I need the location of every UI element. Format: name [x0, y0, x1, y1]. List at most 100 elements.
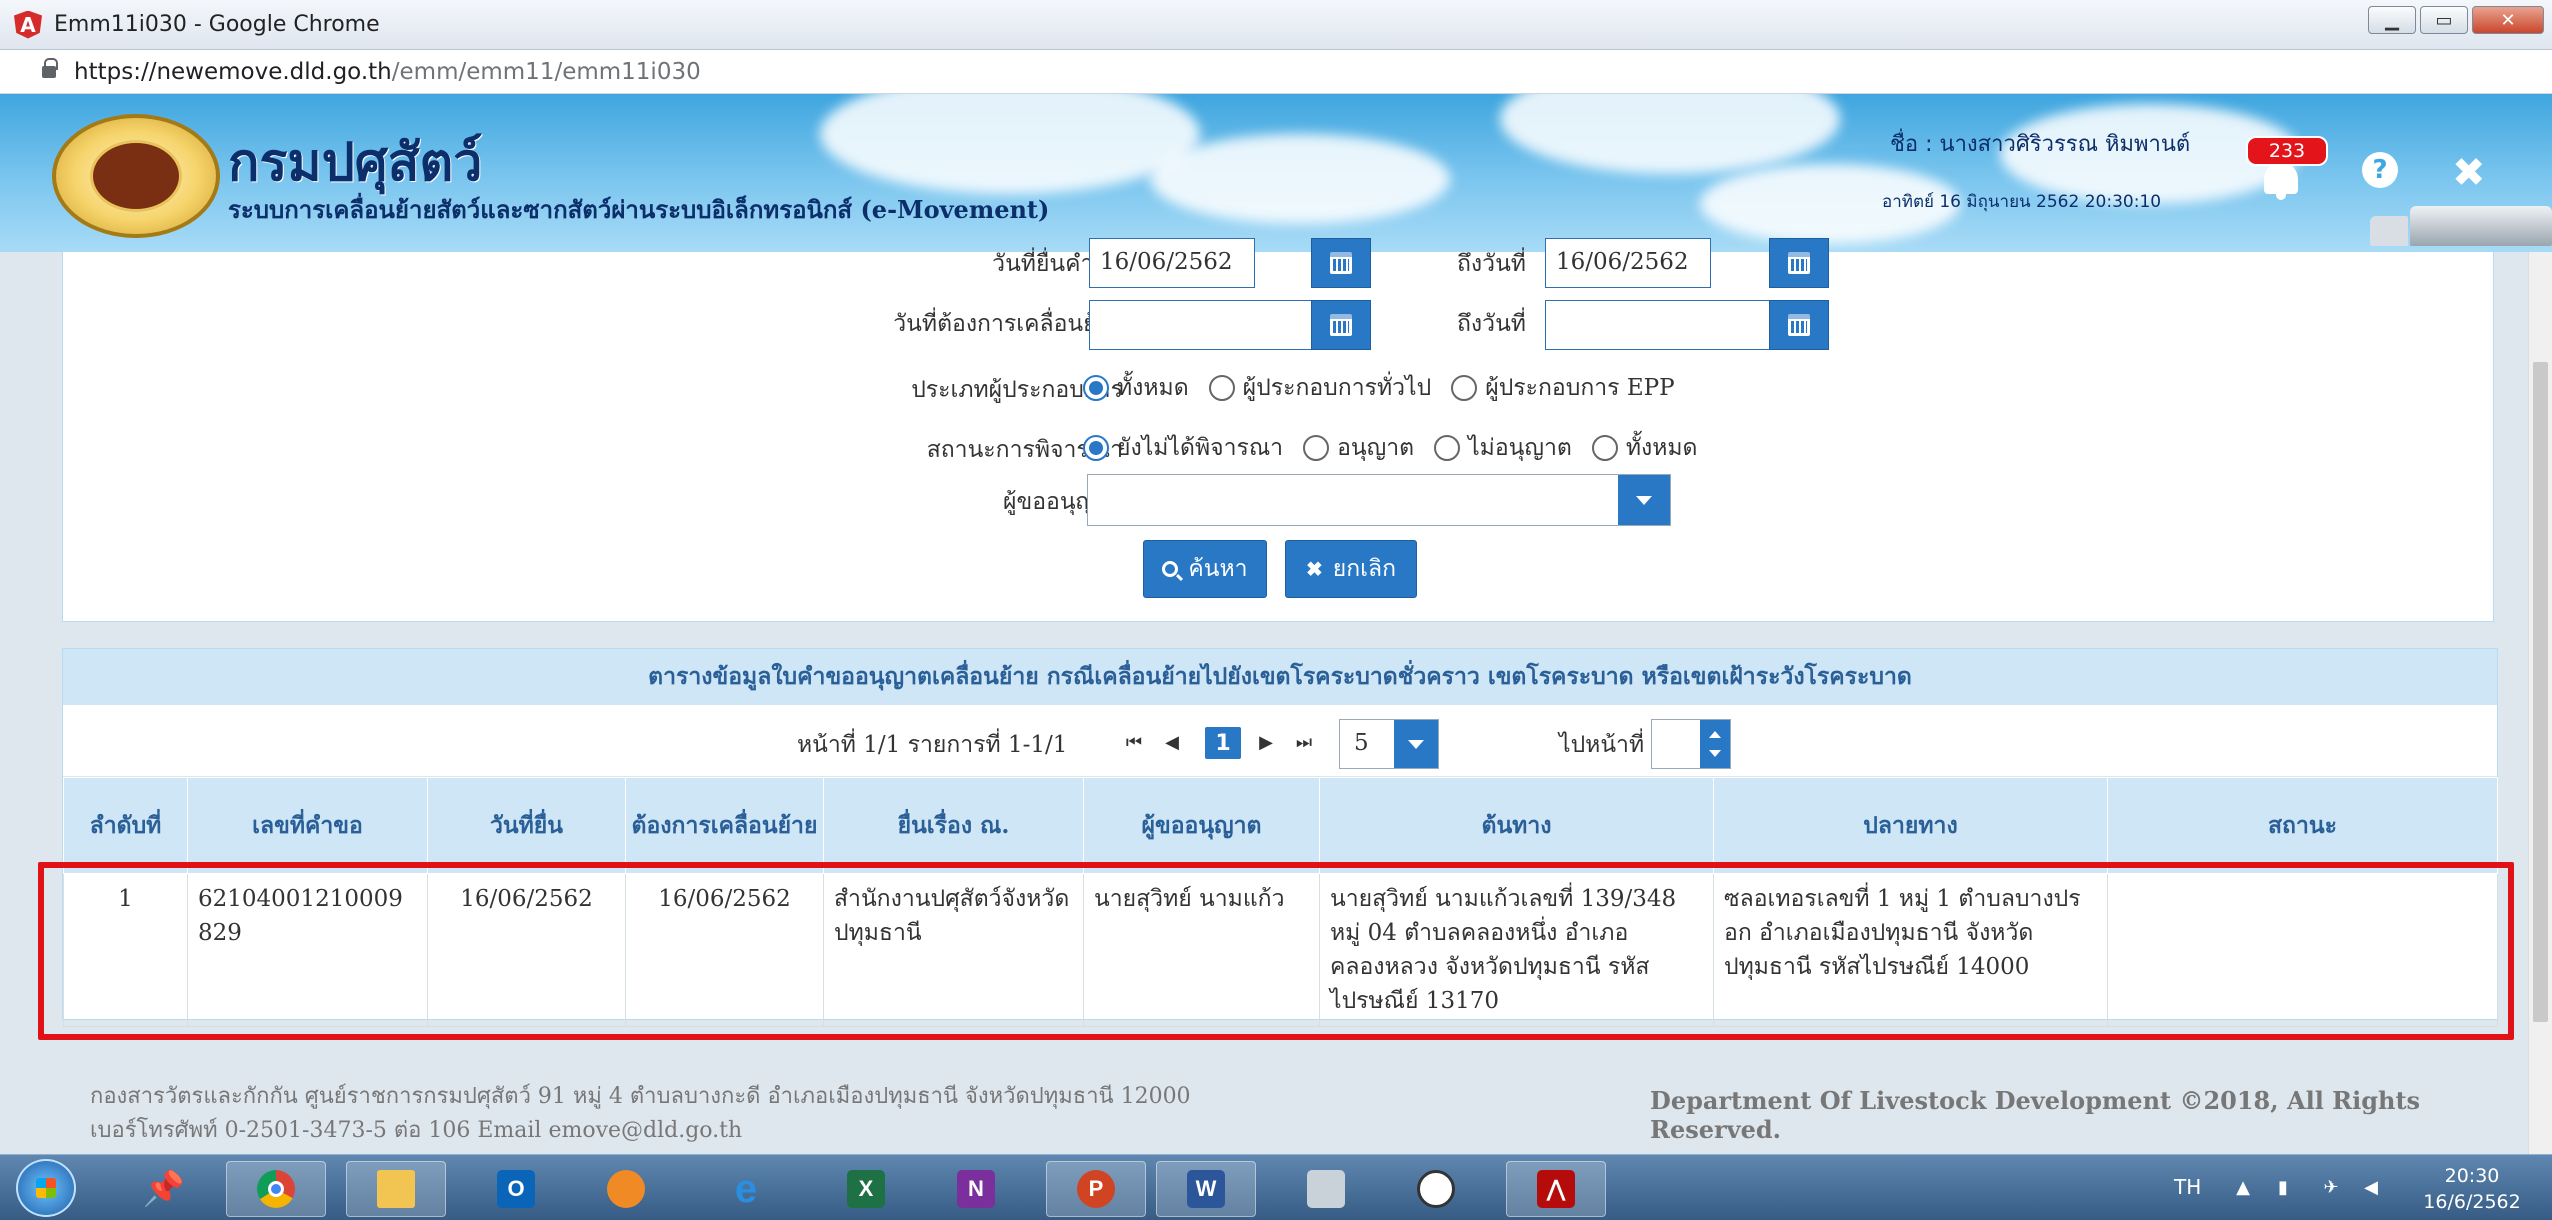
applicant-select[interactable]: [1087, 474, 1671, 526]
move-date-to-calendar-button[interactable]: [1769, 300, 1829, 350]
window-controls: ▁ ▭ ✕: [2368, 6, 2544, 34]
prev-page-button[interactable]: ◀: [1161, 731, 1183, 753]
operator-type-all-radio[interactable]: [1083, 375, 1109, 401]
cancel-button[interactable]: ✖ ยกเลิก: [1285, 540, 1417, 598]
chevron-down-icon: [1408, 739, 1424, 749]
status-all-radio[interactable]: [1591, 435, 1618, 461]
cell-origin: นายสุวิทย์ นามแก้วเลขที่ 139/348 หมู่ 04…: [1319, 873, 1714, 1027]
cell-submit-date: 16/06/2562: [427, 873, 626, 1027]
network-icon[interactable]: ✈: [2318, 1175, 2344, 1199]
col-applicant[interactable]: ผู้ขออนุญาต: [1083, 777, 1320, 874]
first-page-button[interactable]: ⏮: [1123, 731, 1145, 753]
page-size-select[interactable]: 5: [1339, 719, 1439, 769]
calendar-icon: [1788, 314, 1810, 336]
spin-up-icon[interactable]: [1709, 731, 1721, 739]
search-button-label: ค้นหา: [1188, 556, 1248, 582]
maximize-button[interactable]: ▭: [2420, 6, 2468, 34]
page-size-caret[interactable]: [1394, 720, 1438, 768]
col-no[interactable]: ลำดับที่: [63, 777, 188, 874]
operator-type-general-label[interactable]: ผู้ประกอบการทั่วไป: [1243, 370, 1432, 406]
calendar-icon: [1330, 314, 1352, 336]
status-rejected-radio[interactable]: [1434, 435, 1461, 461]
move-date-to-input[interactable]: [1545, 300, 1771, 350]
site-header: กรมปศุสัตว์ ระบบการเคลื่อนย้ายสัตว์และซา…: [0, 94, 2552, 252]
operator-type-all-label[interactable]: ทั้งหมด: [1117, 370, 1189, 406]
move-to-date-label: ถึงวันที่: [1457, 311, 1526, 337]
cloud-decoration: [1150, 134, 1450, 224]
tray-expand-icon[interactable]: ▲: [2230, 1175, 2256, 1199]
cell-request-no[interactable]: 62104001210009829: [187, 873, 428, 1027]
taskbar-acrobat[interactable]: ⋀: [1506, 1161, 1606, 1217]
lock-icon[interactable]: [42, 57, 58, 78]
notification-button[interactable]: 233: [2246, 136, 2328, 216]
goto-page-label: ไปหน้าที่: [1559, 732, 1645, 758]
start-button[interactable]: [16, 1159, 76, 1217]
col-status[interactable]: สถานะ: [2107, 777, 2498, 874]
goto-page-spinner[interactable]: [1700, 720, 1730, 768]
applicant-select-caret[interactable]: [1618, 475, 1670, 525]
signal-icon[interactable]: ▮: [2270, 1175, 2296, 1199]
address-bar[interactable]: https://newemove.dld.go.th/emm/emm11/emm…: [0, 50, 2552, 94]
spin-down-icon[interactable]: [1709, 749, 1721, 757]
move-date-from-calendar-button[interactable]: [1311, 300, 1371, 350]
pin-icon: 📌: [142, 1170, 186, 1208]
taskbar-clock-app[interactable]: [1386, 1161, 1486, 1217]
status-radio-group: ยังไม่ได้พิจารณา อนุญาต ไม่อนุญาต ทั้งหม…: [1083, 430, 1717, 466]
status-pending-label[interactable]: ยังไม่ได้พิจารณา: [1117, 430, 1283, 466]
taskbar-media-player[interactable]: [576, 1161, 676, 1217]
status-all-label[interactable]: ทั้งหมด: [1626, 430, 1698, 466]
operator-type-epp-radio[interactable]: [1451, 375, 1478, 401]
col-request-no[interactable]: เลขที่คำขอ: [187, 777, 428, 874]
scrollbar-thumb[interactable]: [2533, 362, 2548, 1022]
col-office[interactable]: ยื่นเรื่อง ณ.: [823, 777, 1084, 874]
results-table: ลำดับที่ เลขที่คำขอ วันที่ยื่น ต้องการเค…: [63, 777, 2498, 1027]
request-date-to-calendar-button[interactable]: [1769, 238, 1829, 288]
onenote-icon: N: [957, 1170, 995, 1208]
taskbar-word[interactable]: W: [1156, 1161, 1256, 1217]
taskbar-onenote[interactable]: N: [926, 1161, 1026, 1217]
operator-type-general-radio[interactable]: [1208, 375, 1235, 401]
status-approved-radio[interactable]: [1303, 435, 1330, 461]
search-button[interactable]: ค้นหา: [1143, 540, 1267, 598]
cell-applicant: นายสุวิทย์ นามแก้ว: [1083, 873, 1320, 1027]
goto-page-input[interactable]: [1651, 719, 1731, 769]
request-date-to-input[interactable]: 16/06/2562: [1545, 238, 1711, 288]
taskbar-chrome[interactable]: [226, 1161, 326, 1217]
operator-type-epp-label[interactable]: ผู้ประกอบการ EPP: [1485, 370, 1674, 406]
footer-address: กองสารวัตรและกักกัน ศูนย์ราชการกรมปศุสัต…: [90, 1084, 1191, 1109]
dld-logo[interactable]: [52, 114, 220, 238]
taskbar-explorer[interactable]: [346, 1161, 446, 1217]
request-date-from-calendar-button[interactable]: [1311, 238, 1371, 288]
operator-type-radio-group: ทั้งหมด ผู้ประกอบการทั่วไป ผู้ประกอบการ …: [1083, 370, 1695, 406]
taskbar-excel[interactable]: X: [816, 1161, 916, 1217]
current-page-button[interactable]: 1: [1205, 727, 1241, 759]
taskbar-pin-app[interactable]: 📌: [114, 1161, 214, 1217]
url-text[interactable]: https://newemove.dld.go.th/emm/emm11/emm…: [74, 59, 701, 85]
taskbar-fax-scan[interactable]: [1276, 1161, 1376, 1217]
status-approved-label[interactable]: อนุญาต: [1337, 430, 1414, 466]
taskbar-powerpoint[interactable]: P: [1046, 1161, 1146, 1217]
logout-icon[interactable]: ✖: [2452, 150, 2486, 196]
help-icon[interactable]: ?: [2362, 152, 2398, 188]
col-submit-date[interactable]: วันที่ยื่น: [427, 777, 626, 874]
table-row[interactable]: 1 62104001210009829 16/06/2562 16/06/256…: [63, 873, 2498, 1027]
volume-icon[interactable]: ◀: [2358, 1175, 2384, 1199]
move-date-from-input[interactable]: [1089, 300, 1315, 350]
page-scrollbar[interactable]: [2528, 252, 2552, 1154]
col-destination[interactable]: ปลายทาง: [1713, 777, 2108, 874]
language-indicator[interactable]: TH: [2174, 1175, 2201, 1199]
next-page-button[interactable]: ▶: [1255, 731, 1277, 753]
request-date-from-input[interactable]: 16/06/2562: [1089, 238, 1255, 288]
status-rejected-label[interactable]: ไม่อนุญาต: [1468, 430, 1572, 466]
taskbar-internet-explorer[interactable]: e: [696, 1161, 796, 1217]
close-window-button[interactable]: ✕: [2472, 6, 2544, 34]
taskbar-outlook[interactable]: O: [466, 1161, 566, 1217]
status-pending-radio[interactable]: [1083, 435, 1109, 461]
minimize-button[interactable]: ▁: [2368, 6, 2416, 34]
system-clock[interactable]: 20:30 16/6/2562: [2412, 1163, 2532, 1215]
col-origin[interactable]: ต้นทาง: [1319, 777, 1714, 874]
col-move-date[interactable]: ต้องการเคลื่อนย้าย: [625, 777, 824, 874]
powerpoint-icon: P: [1077, 1170, 1115, 1208]
last-page-button[interactable]: ⏭: [1293, 731, 1315, 753]
request-to-date-label: ถึงวันที่: [1457, 251, 1526, 277]
